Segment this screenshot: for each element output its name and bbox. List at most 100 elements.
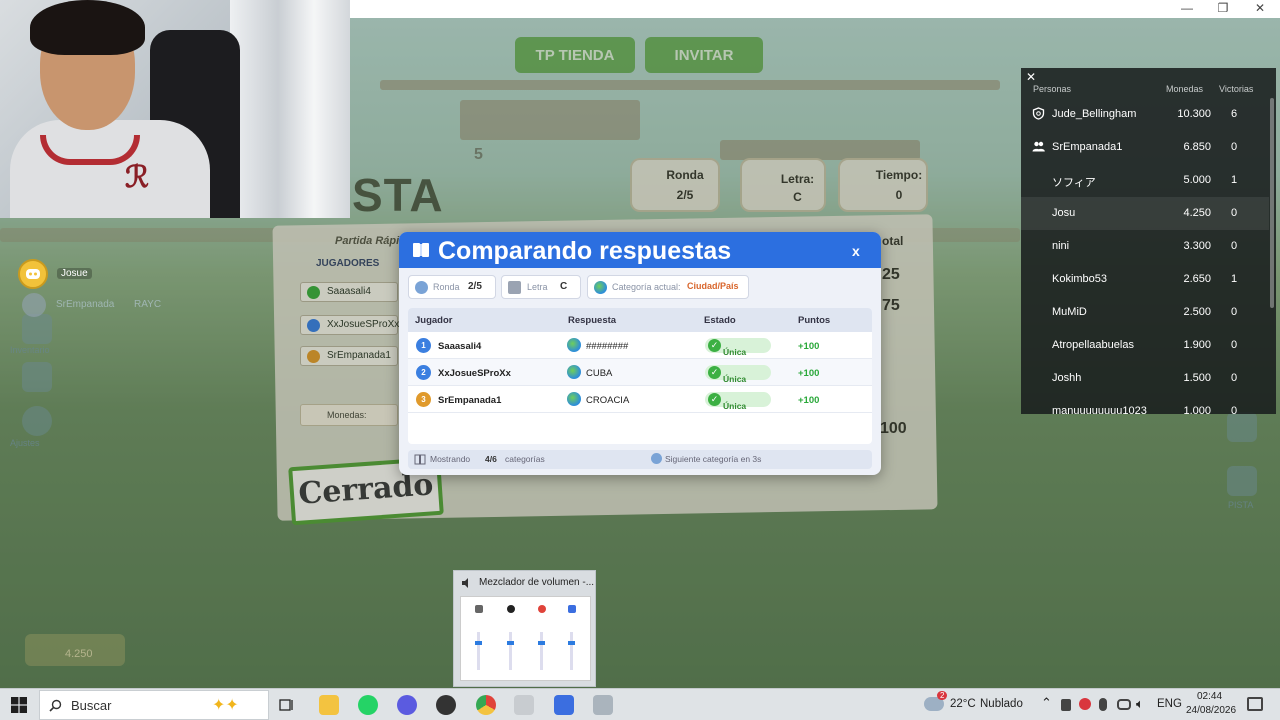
player-wins: 0 [1230,207,1238,219]
window-titlebar: — ❐ ✕ [350,0,1280,18]
book-footer-icon [414,454,426,465]
header-victorias: Victorias [1219,84,1254,94]
discord-taskbar-icon[interactable] [397,695,417,715]
shield-icon [1032,107,1045,120]
leaderboard-row[interactable]: Atropellaabuelas 1.900 0 [1021,329,1269,362]
player-wins: 0 [1230,372,1238,384]
player-coins: 10.300 [1177,108,1211,120]
chip-letra: Letra C [501,275,581,299]
leaderboard-row[interactable]: Kokimbo53 2.650 1 [1021,263,1269,296]
webcam-curtain [230,0,350,218]
check-icon: ✓ [708,366,721,379]
table-header: Jugador Respuesta Estado Puntos [408,308,872,332]
player-coins: 2.500 [1183,306,1211,318]
search-icon [49,699,62,712]
file-explorer-icon[interactable] [319,695,339,715]
discord-avatar-icon[interactable] [18,259,48,289]
player-name: MuMiD [1052,306,1087,318]
player-wins: 0 [1230,405,1238,414]
webcam-shirt-logo: ℛ [125,160,149,195]
leaderboard-panel: ✕ Personas Monedas Victorias Jude_Bellin… [1021,68,1276,414]
whatsapp-icon[interactable] [358,695,378,715]
record-icon[interactable] [1079,698,1091,710]
rank-badge: 2 [416,365,431,380]
user-avatar[interactable] [22,293,46,317]
volume-mixer-thumbnail[interactable]: Mezclador de volumen -... [453,570,596,687]
leaderboard-row[interactable]: manuuuuuuuu1023 1.000 0 [1021,395,1269,414]
roblox-taskbar-icon[interactable] [554,695,574,715]
chip-letra-value: C [560,281,568,292]
minimize-button[interactable]: — [1177,1,1197,15]
row-points: +100 [798,368,820,379]
maximize-button[interactable]: ❐ [1213,1,1233,15]
modal-footer: Mostrando 4/6 categorías Siguiente categ… [408,450,872,469]
col-jugador: Jugador [415,315,453,326]
close-window-button[interactable]: ✕ [1250,1,1270,15]
player-coins: 1.500 [1183,372,1211,384]
language-indicator[interactable]: ENG [1157,698,1182,710]
header-personas: Personas [1033,84,1072,94]
leaderboard-row[interactable]: Joshh 1.500 0 [1021,362,1269,395]
network-icon[interactable] [1117,699,1131,710]
weather-temp[interactable]: 22°C [950,698,976,710]
weather-condition[interactable]: Nublado [980,698,1023,710]
taskbar-search-input[interactable]: Buscar ✦✦ [39,690,269,720]
clock-time[interactable]: 02:44 [1197,691,1222,702]
player-wins: 1 [1230,273,1238,285]
chip-categoria-value: Ciudad/País [687,281,739,291]
microphone-icon[interactable] [1099,698,1107,711]
leaderboard-row[interactable]: SrEmpanada1 6.850 0 [1021,131,1269,164]
copilot-sparkle-icon[interactable]: ✦✦ [212,695,239,715]
notifications-icon[interactable] [1247,697,1263,711]
leaderboard-row[interactable]: ソフィア 5.000 1 [1021,164,1269,197]
chip-ronda-value: 2/5 [468,281,482,292]
chrome-taskbar-icon[interactable] [476,695,496,715]
battery-icon[interactable] [1061,699,1071,711]
status-badge: ✓ Única [705,392,771,411]
modal-close-button[interactable]: x [852,243,860,259]
status-text: Única [723,374,747,384]
leaderboard-row[interactable]: Jude_Bellingham 10.300 6 [1021,98,1269,131]
answers-table: Jugador Respuesta Estado Puntos 1 Saaasa… [408,308,872,444]
mini-knob [475,641,482,645]
leaderboard-scrollbar[interactable] [1270,98,1274,308]
clock-date[interactable]: 24/08/2026 [1186,705,1236,716]
row-points: +100 [798,341,820,352]
row-answer: CUBA [586,368,613,379]
player-wins: 0 [1230,306,1238,318]
row-points: +100 [798,395,820,406]
player-coins: 3.300 [1183,240,1211,252]
player-name: SrEmpanada1 [1052,141,1123,153]
modal-title: Comparando respuestas [438,237,732,265]
obs-studio-icon[interactable] [436,695,456,715]
player-name: Jude_Bellingham [1052,108,1137,120]
leaderboard-row[interactable]: nini 3.300 0 [1021,230,1269,263]
player-coins: 6.850 [1183,141,1211,153]
leaderboard-close-icon[interactable]: ✕ [1026,70,1036,84]
webcam-hair [30,0,145,55]
player-coins: 4.250 [1183,207,1211,219]
volume-mixer-taskbar-icon[interactable] [514,695,534,715]
footer-categorias: categorías [505,454,545,464]
chip-categoria: Categoría actual: Ciudad/País [587,275,749,299]
windows-start-icon[interactable] [11,697,27,713]
speaker-taskbar-icon[interactable]: 🔈︎ [1136,696,1144,712]
leaderboard-row-self[interactable]: Josu 4.250 0 [1021,197,1269,230]
app-window-icon[interactable] [593,695,613,715]
task-view-icon[interactable] [279,697,295,713]
footer-next: Siguiente categoría en 3s [665,454,762,464]
player-wins: 1 [1230,174,1238,186]
friends-icon [1032,141,1045,152]
roblox-icon [568,605,576,613]
mini-slider [477,632,480,670]
leaderboard-row[interactable]: MuMiD 2.500 0 [1021,296,1269,329]
player-name: manuuuuuuuu1023 [1052,405,1147,414]
row-answer: CROACIA [586,395,630,406]
mini-slider [570,632,573,670]
globe-icon [594,281,607,294]
compare-answers-modal: Comparando respuestas x Ronda 2/5 Letra … [399,232,881,475]
chevron-up-icon[interactable]: ⌃ [1041,695,1052,711]
player-name: Atropellaabuelas [1052,339,1134,351]
status-text: Única [723,347,747,357]
chip-categoria-label: Categoría actual: [612,282,681,292]
